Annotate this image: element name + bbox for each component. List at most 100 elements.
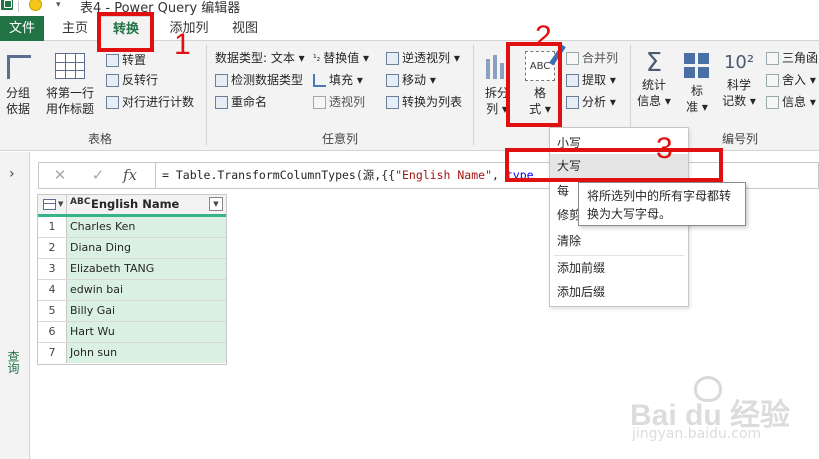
merge-icon [566,52,579,65]
data-type-label: 数据类型: 文本 [215,51,295,65]
standard-button[interactable]: 标 准 ▾ [682,53,712,115]
transpose-button[interactable]: 转置 [106,50,146,70]
row-number: 6 [38,322,67,342]
standard-label-2: 准 ▾ [686,100,708,114]
formula-separator: , [492,168,506,182]
reverse-rows-button[interactable]: 反转行 [106,70,158,90]
annotation-number-3: 3 [656,132,673,165]
filter-dropdown-icon[interactable]: ▼ [209,197,223,211]
menu-item-add-prefix[interactable]: 添加前缀 [550,256,688,280]
annotation-number-2: 2 [535,20,552,53]
trigonometry-dropdown[interactable]: 三角函 [766,48,818,68]
statistics-button[interactable]: Σ 统计 信息 ▾ [636,49,672,109]
group-label-any-column: 任意列 [321,132,358,146]
cancel-icon[interactable]: ✕ [47,165,73,186]
table-cell[interactable]: Diana Ding [67,238,226,258]
table-cell[interactable]: John sun [67,343,226,363]
reverse-rows-label: 反转行 [122,73,159,87]
expand-chevron-icon[interactable]: › [9,166,15,182]
convert-to-list-button[interactable]: 转换为列表 [386,92,462,112]
detect-data-type-button[interactable]: 检测数据类型 [215,70,303,90]
fx-icon[interactable]: fx [117,165,143,186]
group-by-label-2: 依据 [5,102,30,116]
annotation-box-transform-tab [97,12,154,52]
count-rows-icon [106,96,119,109]
table-cell[interactable]: edwin bai [67,280,226,300]
move-dropdown[interactable]: 移动 ▾ [386,70,436,90]
table-cell[interactable]: Charles Ken [67,217,226,237]
parse-icon [566,96,579,109]
formula-string: "English Name" [395,168,492,182]
table-cell[interactable]: Billy Gai [67,301,226,321]
table-icon [43,199,56,210]
group-by-button[interactable]: 分组 依据 [3,55,33,117]
formula-input[interactable]: = Table.TransformColumnTypes(源,{{"Englis… [155,163,534,188]
annotation-box-uppercase [505,148,723,182]
group-label-table: 表格 [87,132,112,146]
group-divider [206,45,207,145]
replace-values-dropdown[interactable]: ¹₂ 替换值 ▾ [313,48,369,68]
trig-icon [766,52,779,65]
standard-label-1: 标 [690,84,703,98]
tooltip-line-2: 换为大写字母。 [587,207,672,221]
fill-label: 填充 [329,73,354,87]
rounding-dropdown[interactable]: 舍入 ▾ [766,70,816,90]
tab-file[interactable]: 文件 [0,16,44,41]
table-row: 1 Charles Ken [38,217,226,238]
quick-access-dropdown-icon[interactable]: ▾ [56,0,61,10]
scientific-button[interactable]: 10² 科学 记数 ▾ [720,49,758,109]
group-label-number-column: 编号列 [721,132,758,146]
count-rows-button[interactable]: 对行进行计数 [106,92,194,112]
smiley-feedback-icon[interactable] [29,0,42,11]
divider [18,1,19,12]
ribbon: 分组 依据 将第一行 用作标题 转置 反转行 对行进行计数 表格 数据类型: 文… [0,41,819,151]
pivot-column-button[interactable]: 透视列 [313,92,365,112]
row-number: 1 [38,217,67,237]
use-first-row-label-2: 用作标题 [45,102,94,116]
parse-label: 分析 [582,95,607,109]
column-header-english-name[interactable]: English Name [91,195,179,214]
information-dropdown[interactable]: 信息 ▾ [766,92,816,112]
excel-icon [1,0,13,10]
merge-columns-button[interactable]: 合并列 [566,48,618,68]
table-grid-icon [55,53,85,79]
scientific-icon: 10² [723,52,755,73]
table-cell[interactable]: Elizabeth TANG [67,259,226,279]
parse-dropdown[interactable]: 分析 ▾ [566,92,616,112]
annotation-box-format-button [506,42,562,127]
tab-view[interactable]: 视图 [225,16,265,41]
extract-dropdown[interactable]: 提取 ▾ [566,70,616,90]
row-number: 5 [38,301,67,321]
confirm-icon[interactable]: ✓ [85,165,111,186]
uppercase-tooltip: 将所选列中的所有字母都转 换为大写字母。 [578,182,746,226]
replace-values-label: 替换值 [323,51,360,65]
rename-button[interactable]: 重命名 [215,92,267,112]
use-first-row-label-1: 将第一行 [45,86,94,100]
queries-pane[interactable]: › 查询 [0,152,30,459]
unpivot-label: 逆透视列 [402,51,451,65]
pivot-icon [313,96,326,109]
menu-item-clean[interactable]: 清除 [550,229,688,253]
tab-home[interactable]: 主页 [56,16,94,41]
move-label: 移动 [402,73,427,87]
data-type-dropdown[interactable]: 数据类型: 文本 ▾ [215,48,305,68]
convert-to-list-label: 转换为列表 [402,95,463,109]
table-row: 3 Elizabeth TANG [38,259,226,280]
group-by-label-1: 分组 [5,86,30,100]
fill-dropdown[interactable]: 填充 ▾ [313,70,363,90]
replace-values-icon: ¹₂ [313,53,321,64]
standard-operations-icon [684,53,710,79]
chevron-down-icon: ▼ [58,200,64,208]
extract-label: 提取 [582,73,607,87]
rounding-icon [766,74,779,87]
unpivot-columns-dropdown[interactable]: 逆透视列 ▾ [386,48,460,68]
table-cell[interactable]: Hart Wu [67,322,226,342]
text-type-icon[interactable]: ABC [70,197,90,207]
use-first-row-as-headers-button[interactable]: 将第一行 用作标题 [40,53,100,117]
scientific-label-2: 记数 ▾ [722,94,756,108]
table-menu-button[interactable]: ▼ [38,195,67,214]
merge-label: 合并列 [582,51,619,65]
unpivot-icon [386,52,399,65]
menu-item-add-suffix[interactable]: 添加后缀 [550,280,688,304]
count-rows-label: 对行进行计数 [122,95,195,109]
